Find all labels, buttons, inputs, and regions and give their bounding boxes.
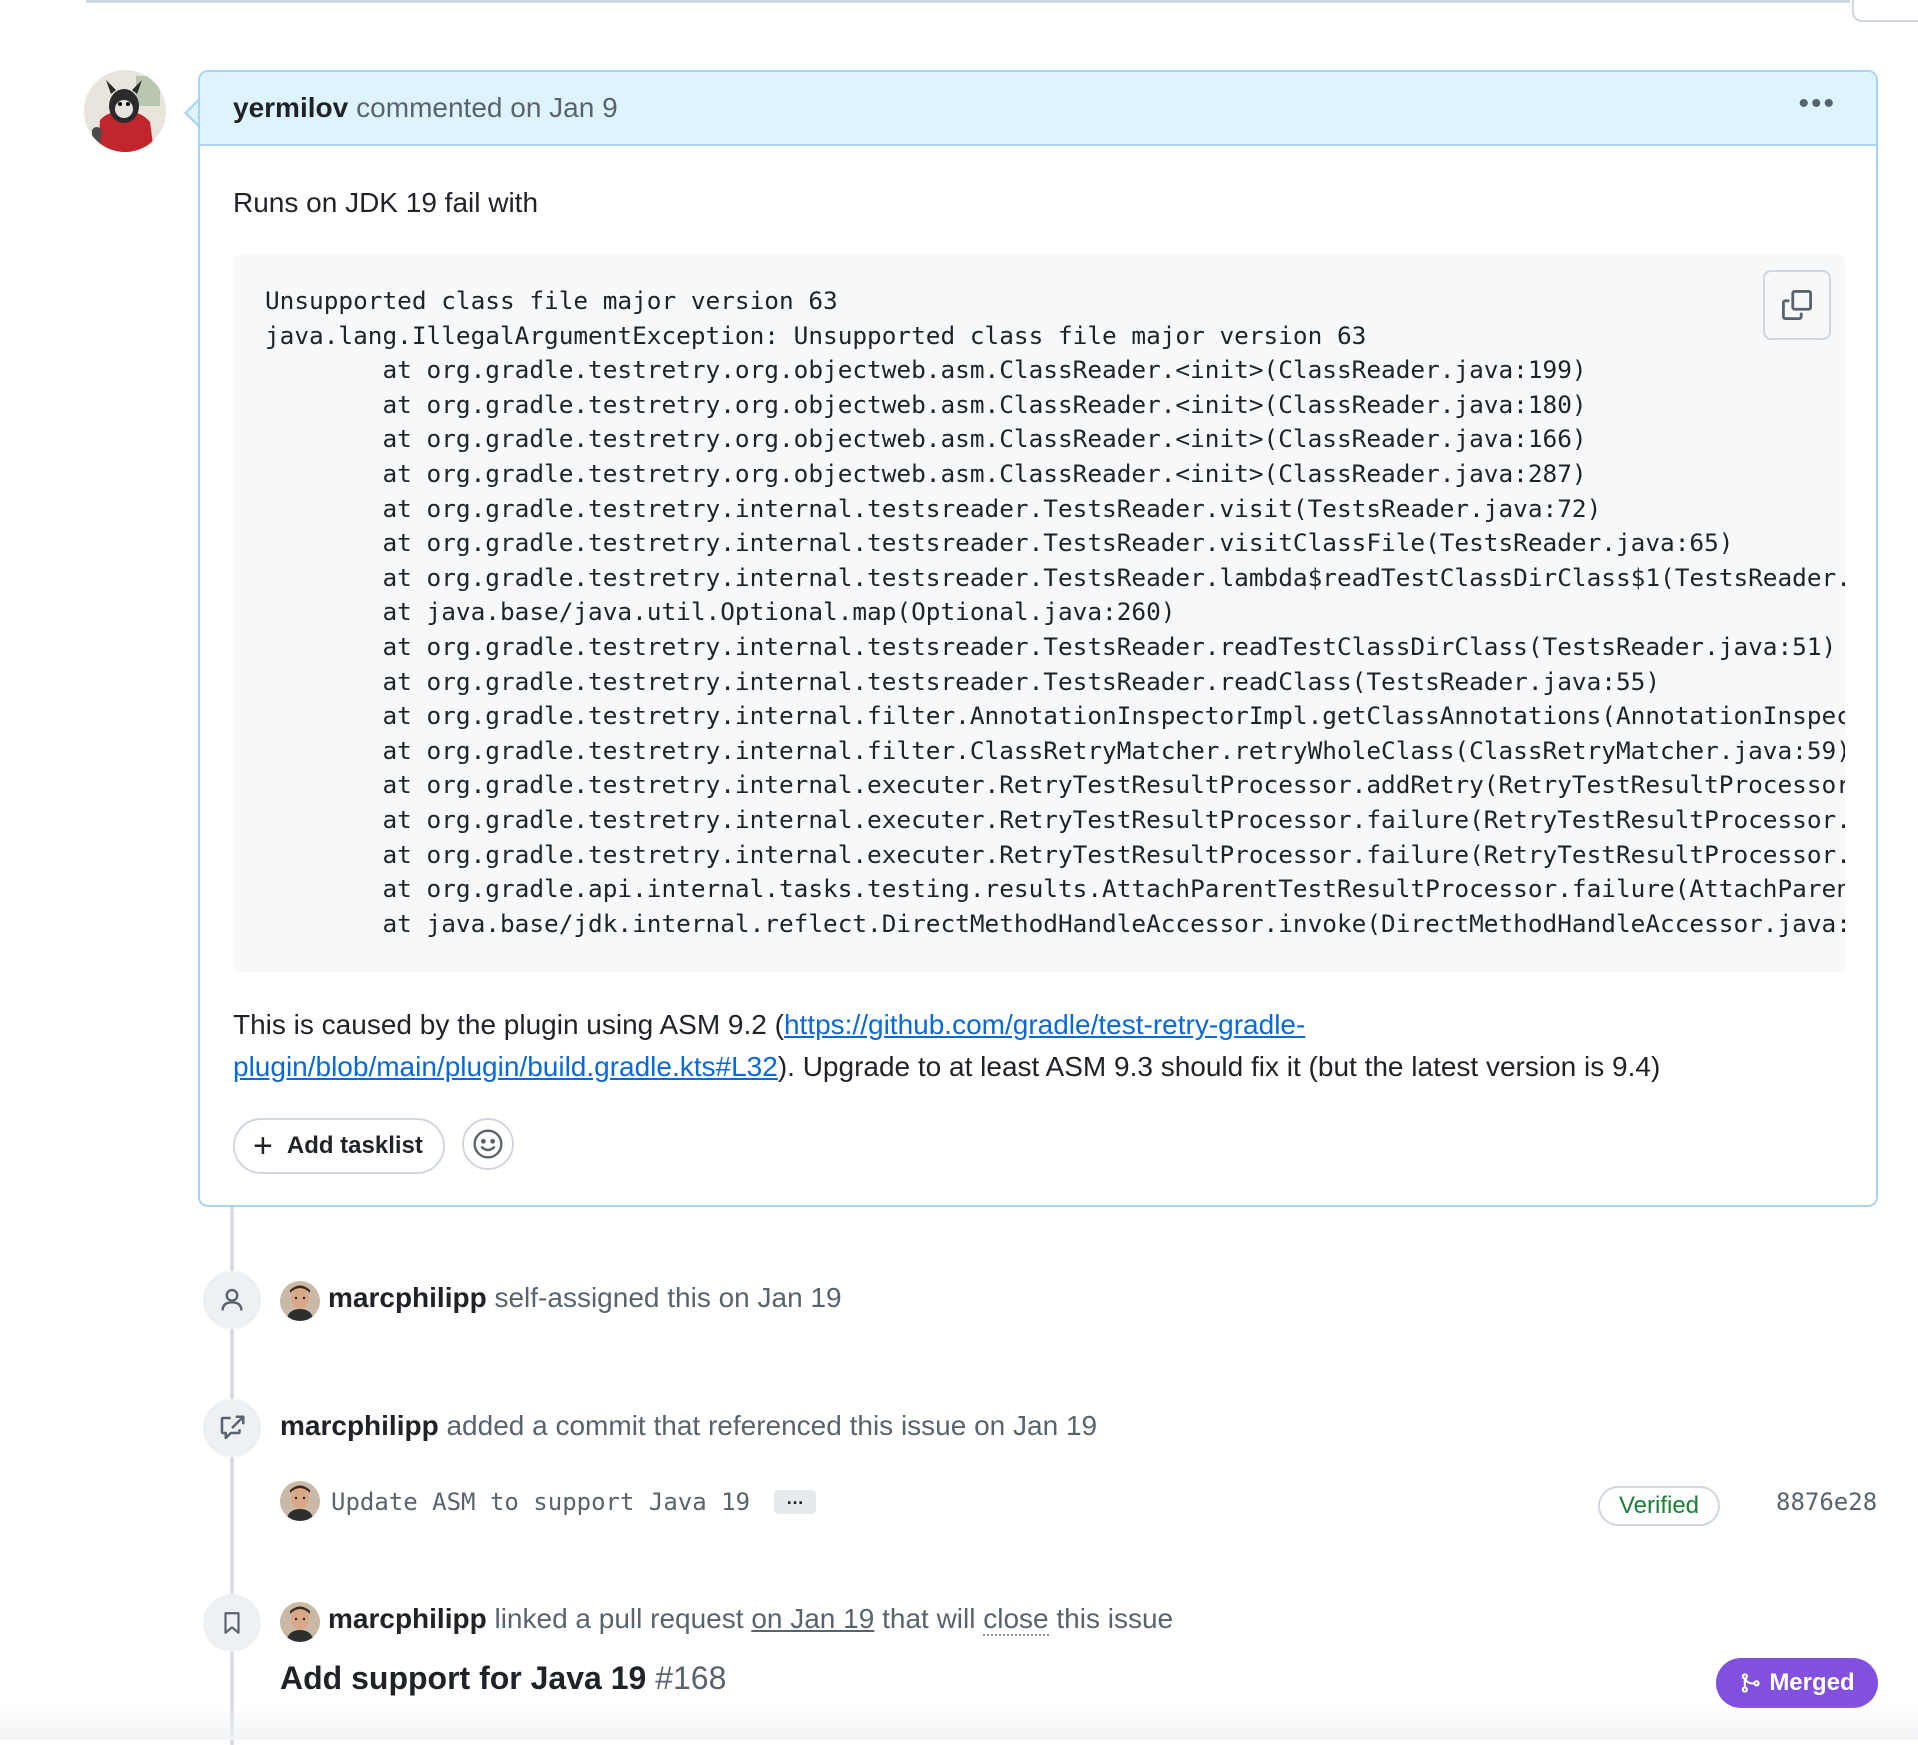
expand-commit-button[interactable]: … <box>774 1489 816 1514</box>
commit-message-link[interactable]: Update ASM to support Java 19 <box>331 1488 750 1516</box>
top-divider <box>86 0 1850 3</box>
assigned-event-description: self-assigned this on Jan 19 <box>486 1282 842 1313</box>
code-line: at org.gradle.testretry.internal.testsre… <box>265 493 1602 523</box>
pr-title-text[interactable]: Add support for Java 19 <box>280 1660 646 1696</box>
marcphilipp-avatar[interactable] <box>280 1602 320 1642</box>
code-line: at org.gradle.testretry.internal.filter.… <box>265 701 1845 731</box>
marcphilipp-avatar[interactable] <box>280 1281 320 1321</box>
linked-pr-event-text: marcphilipp linked a pull request on Jan… <box>328 1603 1174 1636</box>
verified-badge[interactable]: Verified <box>1598 1486 1720 1526</box>
code-line: at org.gradle.testretry.internal.execute… <box>265 770 1845 800</box>
code-line: at org.gradle.testretry.internal.testsre… <box>265 562 1845 592</box>
linked-pr-text-part2: that will <box>874 1603 984 1634</box>
assigned-event-text: marcphilipp self-assigned this on Jan 19 <box>328 1282 842 1314</box>
stack-trace-code: Unsupported class file major version 63 … <box>233 254 1845 941</box>
add-tasklist-label: Add tasklist <box>286 1132 423 1159</box>
assigned-event-badge <box>203 1271 261 1329</box>
event-actor-link[interactable]: marcphilipp <box>328 1282 487 1313</box>
comment-cause-paragraph: This is caused by the plugin using ASM 9… <box>233 1004 1833 1088</box>
code-line: at org.gradle.testretry.org.objectweb.as… <box>265 424 1587 454</box>
copy-code-button[interactable] <box>1763 270 1831 340</box>
comment-options-icon[interactable]: ••• <box>1798 89 1836 119</box>
code-line: at org.gradle.testretry.internal.testsre… <box>265 631 1837 661</box>
event-date-link[interactable]: on Jan 19 <box>751 1603 874 1634</box>
linked-pr-text-part3: this issue <box>1048 1603 1174 1634</box>
commit-sha-link[interactable]: 8876e28 <box>1776 1488 1877 1516</box>
commit-author-avatar[interactable] <box>280 1481 320 1521</box>
add-reaction-button[interactable] <box>462 1118 514 1170</box>
add-tasklist-button[interactable]: + Add tasklist <box>233 1118 445 1174</box>
comment-header: yermilov commented on Jan 9 ••• <box>200 72 1876 146</box>
code-line: at org.gradle.testretry.internal.execute… <box>265 804 1845 834</box>
build-gradle-link-part2[interactable]: plugin/blob/main/plugin/build.gradle.kts… <box>233 1051 778 1082</box>
pr-number[interactable]: #168 <box>655 1660 726 1696</box>
copy-icon <box>1782 290 1812 320</box>
git-merge-icon <box>1742 1673 1760 1693</box>
event-actor-link[interactable]: marcphilipp <box>280 1410 439 1441</box>
plus-icon: + <box>253 1127 273 1165</box>
comment-author-link[interactable]: yermilov <box>233 92 348 124</box>
person-icon <box>221 1288 243 1311</box>
smiley-icon <box>473 1129 503 1159</box>
code-line: at java.base/java.util.Optional.map(Opti… <box>265 597 1176 627</box>
merged-status-badge: Merged <box>1716 1658 1878 1708</box>
event-actor-link[interactable]: marcphilipp <box>328 1603 487 1634</box>
cross-reference-event-badge <box>203 1399 261 1457</box>
code-line: at org.gradle.testretry.org.objectweb.as… <box>265 458 1587 488</box>
code-line: at org.gradle.testretry.internal.testsre… <box>265 666 1661 696</box>
code-line: at org.gradle.testretry.internal.testsre… <box>265 528 1734 558</box>
bookmark-icon <box>224 1612 240 1634</box>
linked-pr-event-badge <box>203 1594 261 1652</box>
code-block: Unsupported class file major version 63 … <box>233 254 1845 972</box>
commit-ref-event-text: marcphilipp added a commit that referenc… <box>280 1410 1097 1442</box>
code-line: at org.gradle.testretry.internal.filter.… <box>265 735 1845 765</box>
comment-timestamp[interactable]: commented on Jan 9 <box>356 92 618 124</box>
cause-suffix-text: ). Upgrade to at least ASM 9.3 should fi… <box>777 1051 1661 1082</box>
code-line: java.lang.IllegalArgumentException: Unsu… <box>265 320 1367 350</box>
close-keyword[interactable]: close <box>983 1603 1049 1636</box>
code-line: at org.gradle.testretry.org.objectweb.as… <box>265 355 1587 385</box>
code-line: at org.gradle.testretry.internal.execute… <box>265 839 1845 869</box>
code-line: at org.gradle.testretry.org.objectweb.as… <box>265 389 1587 419</box>
pr-title-link[interactable]: Add support for Java 19 #168 <box>280 1660 726 1697</box>
commenter-avatar[interactable] <box>84 70 166 152</box>
issue-comment: yermilov commented on Jan 9 ••• Runs on … <box>198 70 1878 1207</box>
code-line: at org.gradle.api.internal.tasks.testing… <box>265 874 1845 904</box>
cause-prefix-text: This is caused by the plugin using ASM 9… <box>233 1009 784 1040</box>
code-line: at java.base/jdk.internal.reflect.Direct… <box>265 908 1845 938</box>
bottom-fade <box>0 1705 1918 1740</box>
code-line: Unsupported class file major version 63 <box>265 286 838 315</box>
cross-reference-icon <box>220 1415 245 1440</box>
top-corner-panel <box>1852 0 1918 22</box>
comment-intro-text: Runs on JDK 19 fail with <box>233 187 539 218</box>
merged-label: Merged <box>1769 1669 1855 1696</box>
linked-pr-text-part1: linked a pull request <box>486 1603 752 1634</box>
commit-ref-event-description: added a commit that referenced this issu… <box>438 1410 1098 1441</box>
build-gradle-link-part1[interactable]: https://github.com/gradle/test-retry-gra… <box>784 1009 1305 1040</box>
